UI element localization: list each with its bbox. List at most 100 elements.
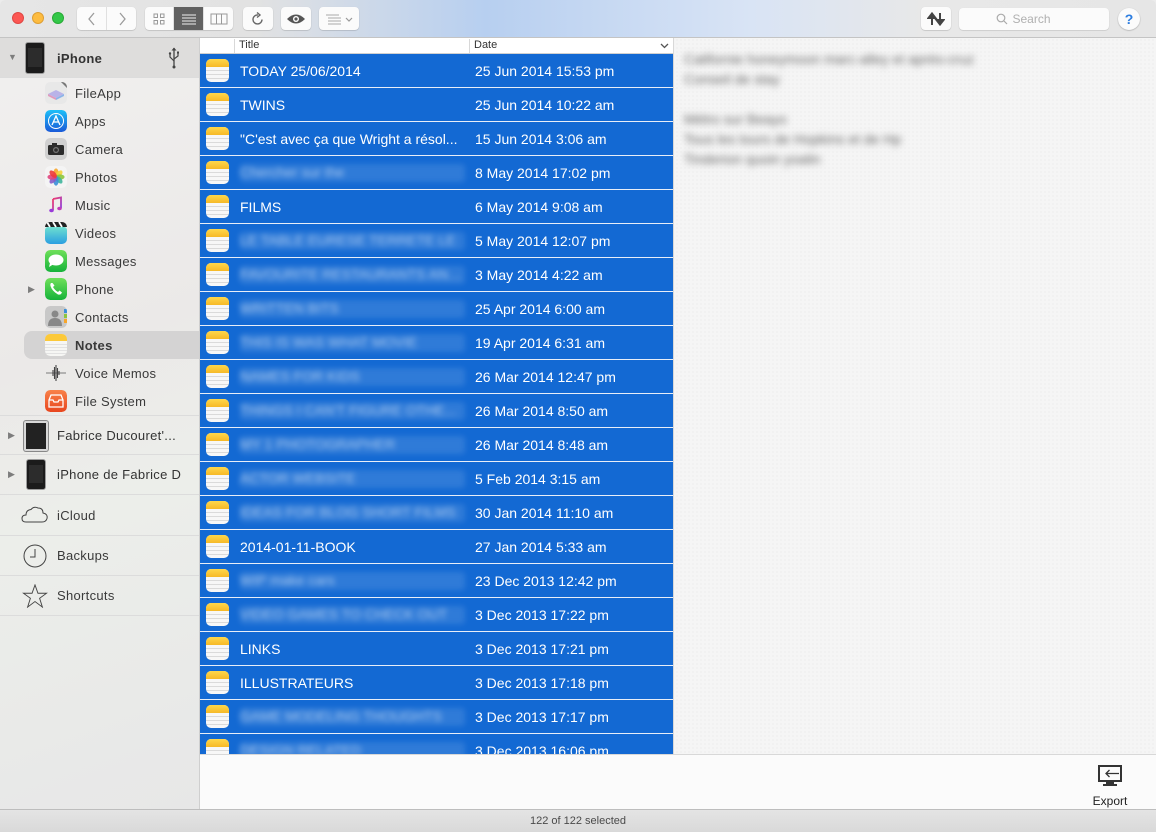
note-row[interactable]: FILMS 6 May 2014 9:08 am	[200, 190, 673, 224]
note-title: VIDEO GAMES TO CHECK OUT	[240, 606, 465, 624]
help-button[interactable]: ?	[1118, 8, 1140, 30]
search-field[interactable]	[959, 8, 1109, 30]
sort-descending-icon[interactable]	[660, 38, 669, 52]
column-header-title[interactable]: Title	[234, 39, 259, 53]
sidebar-item-apps[interactable]: Apps	[0, 107, 199, 135]
note-title: LINKS	[240, 641, 281, 657]
note-title: FAVOURITE RESTAURANTS AND ...	[240, 266, 465, 284]
note-title: LE TABLE EURESE TERRETE LE	[240, 232, 465, 250]
note-icon	[206, 93, 229, 116]
disclosure-expanded-icon[interactable]: ▼	[8, 52, 17, 62]
sidebar-item-contacts[interactable]: Contacts	[0, 303, 199, 331]
sort-options-dropdown[interactable]	[319, 7, 359, 30]
disclosure-collapsed-icon[interactable]: ▶	[8, 469, 15, 480]
note-row[interactable]: NAMES FOR KIDS 26 Mar 2014 12:47 pm	[200, 360, 673, 394]
search-input[interactable]	[1012, 12, 1073, 26]
note-row[interactable]: TODAY 25/06/2014 25 Jun 2014 15:53 pm	[200, 54, 673, 88]
note-icon	[206, 161, 229, 184]
sidebar-item-music[interactable]: Music	[0, 191, 199, 219]
list-view-button[interactable]	[174, 7, 204, 30]
sidebar-device-iphone-2[interactable]: ▶ iPhone de Fabrice D	[0, 455, 199, 495]
zoom-window-button[interactable]	[52, 12, 64, 24]
app-list: FileApp Apps Camera Photos Music Videos …	[0, 78, 199, 415]
refresh-button[interactable]	[243, 7, 273, 30]
sidebar-item-fileapp[interactable]: FileApp	[0, 79, 199, 107]
transfer-button[interactable]	[921, 7, 951, 30]
note-row[interactable]: WRITTEN BITS 25 Apr 2014 6:00 am	[200, 292, 673, 326]
list-icon	[181, 14, 196, 24]
note-icon	[206, 569, 229, 592]
export-button[interactable]: Export	[1087, 765, 1133, 809]
sidebar-device-iphone[interactable]: ▼ iPhone	[0, 38, 199, 78]
sidebar-item-backups[interactable]: Backups	[0, 535, 199, 575]
note-date: 3 Dec 2013 17:22 pm	[475, 607, 609, 623]
notes-rows: TODAY 25/06/2014 25 Jun 2014 15:53 pm TWIN…	[200, 54, 673, 754]
note-row[interactable]: Chercher sur the 8 May 2014 17:02 pm	[200, 156, 673, 190]
note-row[interactable]: THINGS I CAN'T FIGURE OTHE... 26 Mar 2014…	[200, 394, 673, 428]
note-row[interactable]: DESIGN RELATED 3 Dec 2013 16:06 pm	[200, 734, 673, 754]
note-date: 19 Apr 2014 6:31 am	[475, 335, 605, 351]
disclosure-collapsed-icon[interactable]: ▶	[28, 284, 35, 295]
icon-view-button[interactable]	[145, 7, 174, 30]
note-row[interactable]: GAME MODELING THOUGHTS 3 Dec 2013 17:17 p…	[200, 700, 673, 734]
note-icon	[206, 297, 229, 320]
clock-icon	[23, 544, 47, 568]
sidebar-item-icloud[interactable]: iCloud	[0, 495, 199, 535]
note-date: 27 Jan 2014 5:33 am	[475, 539, 607, 555]
note-icon	[206, 739, 229, 754]
note-title: MY 1 PHOTOGRAPHER	[240, 436, 465, 454]
minimize-window-button[interactable]	[32, 12, 44, 24]
sidebar-item-label: Messages	[75, 253, 137, 269]
note-row[interactable]: THIS IS WAS WHAT MOVIE 19 Apr 2014 6:31 a…	[200, 326, 673, 360]
note-row[interactable]: LE TABLE EURESE TERRETE LE 5 May 2014 12:…	[200, 224, 673, 258]
quicklook-group	[281, 7, 311, 30]
sidebar-item-camera[interactable]: Camera	[0, 135, 199, 163]
quicklook-button[interactable]	[281, 7, 311, 30]
back-button[interactable]	[77, 7, 107, 30]
grid-icon	[153, 13, 165, 24]
sidebar-item-label: Backups	[57, 548, 109, 563]
sidebar-item-label: Voice Memos	[75, 365, 157, 381]
note-row[interactable]: 2014-01-11-BOOK 27 Jan 2014 5:33 am	[200, 530, 673, 564]
column-view-button[interactable]	[204, 7, 233, 30]
sidebar-item-phone[interactable]: ▶ Phone	[0, 275, 199, 303]
note-icon	[206, 229, 229, 252]
note-row[interactable]: VIDEO GAMES TO CHECK OUT 3 Dec 2013 17:22…	[200, 598, 673, 632]
disclosure-collapsed-icon[interactable]: ▶	[8, 430, 15, 441]
sidebar-item-shortcuts[interactable]: Shortcuts	[0, 575, 199, 615]
note-date: 26 Mar 2014 8:50 am	[475, 403, 609, 419]
note-preview-text: Californie honeymoon marc-alley et après…	[684, 49, 974, 169]
note-row[interactable]: WIP make cars 23 Dec 2013 12:42 pm	[200, 564, 673, 598]
column-header-date[interactable]: Date	[469, 39, 497, 53]
close-window-button[interactable]	[12, 12, 24, 24]
note-row[interactable]: TWINS 25 Jun 2014 10:22 am	[200, 88, 673, 122]
sidebar-device-ipad[interactable]: ▶ Fabrice Ducouret'...	[0, 415, 199, 455]
note-date: 23 Dec 2013 12:42 pm	[475, 573, 617, 589]
note-row[interactable]: MY 1 PHOTOGRAPHER 26 Mar 2014 8:48 am	[200, 428, 673, 462]
note-row[interactable]: LINKS 3 Dec 2013 17:21 pm	[200, 632, 673, 666]
note-row[interactable]: ILLUSTRATEURS 3 Dec 2013 17:18 pm	[200, 666, 673, 700]
app-window: ? ▼ iPhone FileApp Apps Camera	[0, 0, 1156, 832]
sidebar-item-notes[interactable]: Notes	[24, 331, 199, 359]
contacts-icon	[45, 306, 67, 328]
sidebar-item-label: FileApp	[75, 85, 122, 101]
chevron-left-icon	[87, 12, 94, 25]
sidebar-item-voice-memos[interactable]: Voice Memos	[0, 359, 199, 387]
note-row[interactable]: "C'est avec ça que Wright a résol... 15 J…	[200, 122, 673, 156]
note-row[interactable]: FAVOURITE RESTAURANTS AND ... 3 May 2014 …	[200, 258, 673, 292]
forward-button[interactable]	[107, 7, 136, 30]
up-down-arrows-icon	[927, 11, 945, 26]
note-icon	[206, 637, 229, 660]
iphone-device-icon	[25, 42, 45, 74]
sidebar-item-label: Music	[75, 197, 111, 213]
sidebar-item-label: Notes	[75, 337, 113, 353]
note-row[interactable]: ACTOR WEBSITE 5 Feb 2014 3:15 am	[200, 462, 673, 496]
sidebar-item-messages[interactable]: Messages	[0, 247, 199, 275]
note-row[interactable]: IDEAS FOR BLOG SHORT FILMS 30 Jan 2014 11…	[200, 496, 673, 530]
preview-line: Californie honeymoon marc-alley et après…	[684, 51, 975, 67]
sidebar-item-photos[interactable]: Photos	[0, 163, 199, 191]
sidebar-item-videos[interactable]: Videos	[0, 219, 199, 247]
status-bar: 122 of 122 selected	[0, 809, 1156, 832]
note-title: Chercher sur the	[240, 164, 465, 182]
sidebar-item-file-system[interactable]: File System	[0, 387, 199, 415]
